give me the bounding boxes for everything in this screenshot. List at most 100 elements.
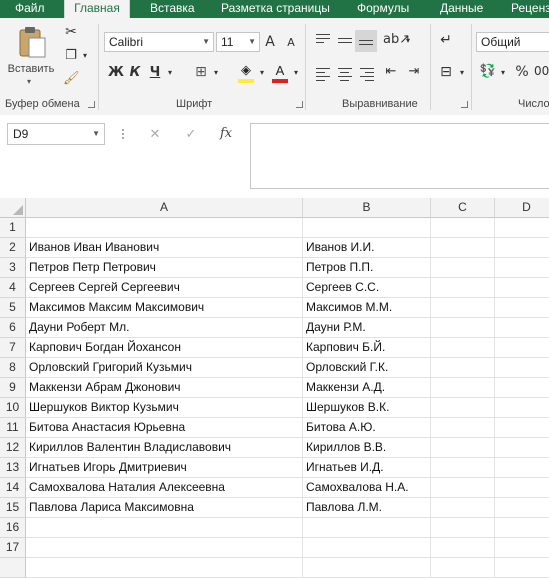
row-header[interactable]: 9 — [0, 378, 26, 398]
copy-dropdown-icon[interactable]: ▾ — [81, 51, 89, 60]
cell-b[interactable] — [303, 538, 431, 558]
font-color-dropdown-icon[interactable]: ▾ — [292, 68, 300, 77]
shrink-font-icon[interactable]: A — [284, 36, 298, 49]
cell-a[interactable]: Орловский Григорий Кузьмич — [26, 358, 303, 378]
name-box[interactable]: D9 ▼ — [7, 123, 105, 145]
cell-d[interactable] — [495, 498, 549, 518]
comma-style-icon[interactable]: 000 — [534, 64, 549, 78]
formula-input[interactable] — [250, 123, 549, 189]
cell-b[interactable]: Маккензи А.Д. — [303, 378, 431, 398]
cell-b[interactable]: Дауни Р.М. — [303, 318, 431, 338]
cell-c[interactable] — [431, 318, 495, 338]
cell-b[interactable]: Иванов И.И. — [303, 238, 431, 258]
cell-c[interactable] — [431, 298, 495, 318]
cell-a[interactable]: Кириллов Валентин Владиславович — [26, 438, 303, 458]
cell-c[interactable] — [431, 238, 495, 258]
row-header[interactable]: 8 — [0, 358, 26, 378]
cell-b[interactable]: Павлова Л.М. — [303, 498, 431, 518]
cell-b[interactable]: Карпович Б.Й. — [303, 338, 431, 358]
orientation-icon[interactable]: ab↗ — [383, 32, 410, 47]
cell-d[interactable] — [495, 418, 549, 438]
tab-data[interactable]: Данные — [440, 0, 483, 18]
font-size-select[interactable]: 11 ▼ — [216, 32, 260, 52]
cell-d[interactable] — [495, 358, 549, 378]
font-color-icon[interactable]: A — [272, 63, 288, 83]
cell-d[interactable] — [495, 478, 549, 498]
cell-c[interactable] — [431, 338, 495, 358]
cell-b[interactable]: Битова А.Ю. — [303, 418, 431, 438]
cell-c[interactable] — [431, 558, 495, 578]
row-header[interactable]: 7 — [0, 338, 26, 358]
cell-b[interactable] — [303, 518, 431, 538]
cell-a[interactable] — [26, 218, 303, 238]
column-header-c[interactable]: C — [431, 198, 495, 218]
fill-color-dropdown-icon[interactable]: ▾ — [258, 68, 266, 77]
enter-icon[interactable]: ✓ — [184, 127, 198, 142]
wrap-text-icon[interactable]: ↵ — [437, 32, 455, 48]
row-header[interactable]: 12 — [0, 438, 26, 458]
cell-b[interactable]: Максимов М.М. — [303, 298, 431, 318]
cell-c[interactable] — [431, 358, 495, 378]
cell-d[interactable] — [495, 378, 549, 398]
cell-a[interactable]: Битова Анастасия Юрьевна — [26, 418, 303, 438]
tab-page-layout[interactable]: Разметка страницы — [221, 0, 330, 18]
copy-icon[interactable]: ❐ — [63, 48, 79, 63]
cell-c[interactable] — [431, 258, 495, 278]
cell-d[interactable] — [495, 298, 549, 318]
cell-a[interactable]: Павлова Лариса Максимовна — [26, 498, 303, 518]
increase-indent-icon[interactable]: ⇥ — [405, 64, 423, 79]
cell-a[interactable]: Самохвалова Наталия Алексеевна — [26, 478, 303, 498]
cell-c[interactable] — [431, 278, 495, 298]
cell-d[interactable] — [495, 398, 549, 418]
clipboard-launcher-icon[interactable] — [88, 101, 95, 108]
paste-button[interactable]: Вставить ▾ — [6, 24, 56, 86]
italic-button[interactable]: К — [128, 65, 142, 80]
cell-d[interactable] — [495, 238, 549, 258]
row-header[interactable]: 2 — [0, 238, 26, 258]
align-left-icon[interactable] — [316, 68, 330, 84]
tab-formulas[interactable]: Формулы — [357, 0, 409, 18]
orientation-dropdown-icon[interactable]: ▾ — [404, 36, 412, 45]
grow-font-icon[interactable]: A — [263, 34, 277, 50]
merge-center-icon[interactable]: ⊟ — [437, 64, 455, 80]
cell-b[interactable]: Сергеев С.С. — [303, 278, 431, 298]
cell-c[interactable] — [431, 438, 495, 458]
cell-d[interactable] — [495, 218, 549, 238]
column-header-d[interactable]: D — [495, 198, 549, 218]
cell-d[interactable] — [495, 438, 549, 458]
cell-b[interactable] — [303, 218, 431, 238]
align-bottom-icon[interactable] — [355, 30, 377, 52]
cell-a[interactable]: Игнатьев Игорь Дмитриевич — [26, 458, 303, 478]
cell-c[interactable] — [431, 518, 495, 538]
cell-d[interactable] — [495, 338, 549, 358]
align-right-icon[interactable] — [360, 68, 374, 84]
row-header[interactable]: 13 — [0, 458, 26, 478]
cell-d[interactable] — [495, 318, 549, 338]
cell-a[interactable]: Дауни Роберт Мл. — [26, 318, 303, 338]
cell-a[interactable] — [26, 538, 303, 558]
cell-a[interactable]: Максимов Максим Максимович — [26, 298, 303, 318]
cell-b[interactable] — [303, 558, 431, 578]
borders-icon[interactable]: ⊞ — [193, 64, 209, 80]
cell-c[interactable] — [431, 498, 495, 518]
cell-b[interactable]: Петров П.П. — [303, 258, 431, 278]
row-header[interactable] — [0, 558, 26, 578]
tab-insert[interactable]: Вставка — [150, 0, 195, 18]
cell-d[interactable] — [495, 278, 549, 298]
cell-b[interactable]: Орловский Г.К. — [303, 358, 431, 378]
cell-a[interactable] — [26, 518, 303, 538]
row-header[interactable]: 6 — [0, 318, 26, 338]
cell-a[interactable] — [26, 558, 303, 578]
row-header[interactable]: 15 — [0, 498, 26, 518]
column-header-b[interactable]: B — [303, 198, 431, 218]
cell-c[interactable] — [431, 378, 495, 398]
align-top-icon[interactable] — [316, 34, 330, 46]
font-launcher-icon[interactable] — [296, 101, 303, 108]
row-header[interactable]: 5 — [0, 298, 26, 318]
cell-d[interactable] — [495, 538, 549, 558]
row-header[interactable]: 17 — [0, 538, 26, 558]
row-header[interactable]: 1 — [0, 218, 26, 238]
cell-a[interactable]: Маккензи Абрам Джонович — [26, 378, 303, 398]
cell-d[interactable] — [495, 558, 549, 578]
borders-dropdown-icon[interactable]: ▾ — [212, 68, 220, 77]
